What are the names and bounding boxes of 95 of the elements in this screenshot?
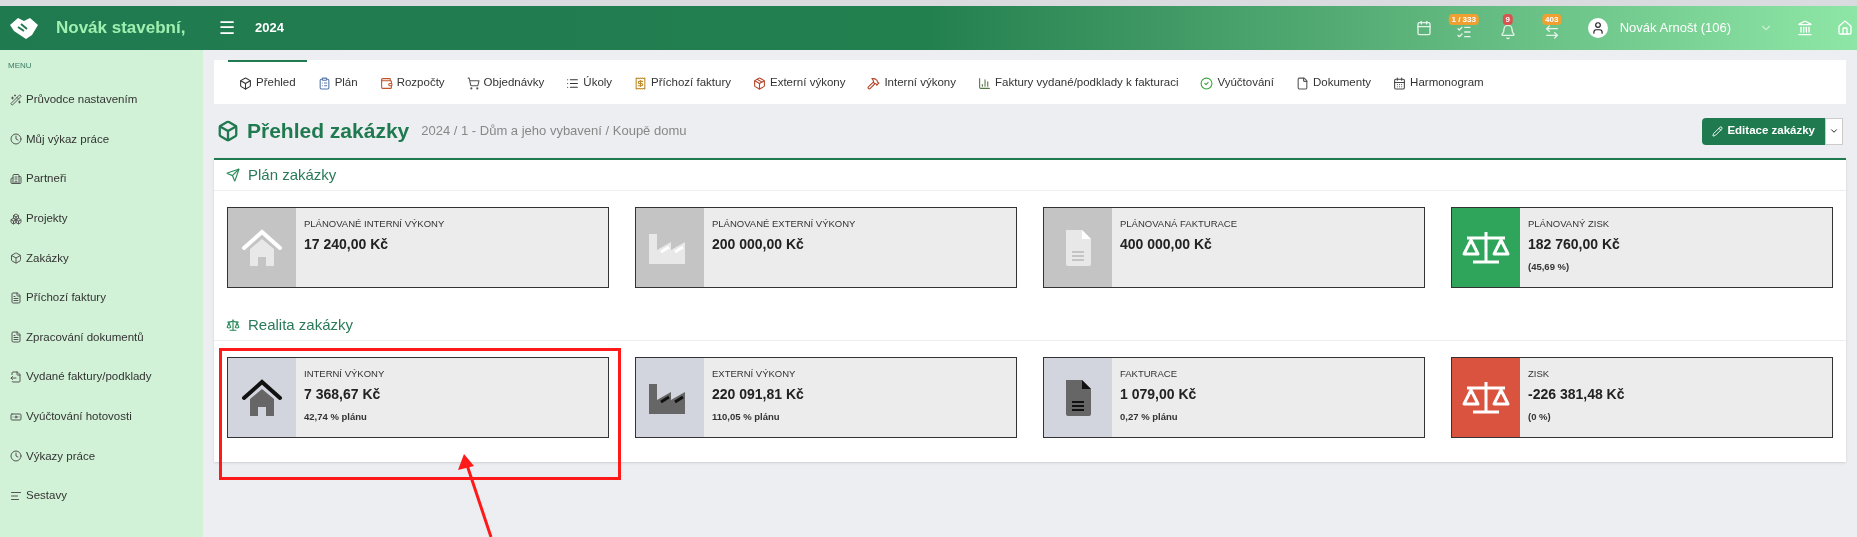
- clock-icon: [10, 450, 22, 463]
- tab[interactable]: Dokumenty: [1284, 60, 1383, 104]
- card-note: 42,74 % plánu: [304, 410, 368, 425]
- brand-name: Novák stavební,: [56, 17, 186, 40]
- page-title: Přehled zakázky: [247, 118, 410, 145]
- card-value: 182 760,00 Kč: [1528, 235, 1620, 255]
- tab[interactable]: Objednávky: [455, 60, 556, 104]
- document-icon: [1063, 227, 1093, 268]
- tab[interactable]: Vyúčtování: [1189, 60, 1285, 104]
- sidebar-item[interactable]: Projekty: [0, 198, 203, 239]
- sidebar-item[interactable]: Můj výkaz práce: [0, 119, 203, 160]
- receipt-icon: [634, 76, 648, 90]
- document-icon: [10, 291, 22, 304]
- wallet-icon: [379, 76, 393, 90]
- sidebar-item[interactable]: Vydané faktury/podklady: [0, 357, 203, 397]
- count-badge: 9: [1502, 14, 1513, 25]
- card-note: 0,27 % plánu: [1120, 410, 1179, 425]
- caret-icon: [1829, 126, 1839, 136]
- handshake-logo: [8, 15, 40, 41]
- sidebar-item[interactable]: Partneři: [0, 159, 203, 199]
- sidebar-item[interactable]: Průvodce nastavením: [0, 80, 203, 120]
- tasks-icon[interactable]: [1455, 24, 1472, 40]
- tab[interactable]: Harmonogram: [1382, 60, 1495, 104]
- list-icon: [10, 489, 22, 502]
- card-value: 200 000,00 Kč: [712, 235, 805, 255]
- pencil-icon: [1712, 125, 1724, 137]
- clock-icon: [10, 133, 22, 146]
- count-badge: 403: [1542, 14, 1562, 25]
- card-note: (0 %): [1528, 410, 1552, 425]
- wand-icon: [10, 93, 22, 106]
- card-note: (45,69 %): [1528, 260, 1571, 275]
- card-value: 220 091,81 Kč: [712, 385, 804, 405]
- chart-icon: [978, 76, 991, 90]
- card-label: INTERNÍ VÝKONY: [304, 367, 385, 381]
- sidebar-item[interactable]: Zpracování dokumentů: [0, 317, 203, 358]
- clipboard-icon: [317, 76, 331, 90]
- card-label: PLÁNOVANÁ FAKTURACE: [1120, 217, 1238, 231]
- sidebar-item[interactable]: Příchozí faktury: [0, 277, 203, 318]
- card-label: EXTERNÍ VÝKONY: [712, 367, 797, 381]
- tab[interactable]: Externí výkony: [742, 60, 857, 104]
- cubes-icon: [10, 212, 22, 225]
- sidebar-item[interactable]: Zakázky: [0, 238, 203, 278]
- calendar-icon: [1393, 76, 1407, 90]
- scale-icon: [226, 318, 240, 332]
- year-label: 2024: [255, 19, 284, 38]
- sidebar-item[interactable]: Sestavy: [0, 475, 203, 516]
- bank-icon[interactable]: [1797, 20, 1813, 36]
- home-icon[interactable]: [1837, 20, 1853, 36]
- export-icon: [10, 370, 22, 383]
- card-note: 110,05 % plánu: [712, 410, 781, 425]
- card-label: ZISK: [1528, 367, 1551, 381]
- card-value: -226 381,48 Kč: [1528, 385, 1625, 405]
- tab[interactable]: Příchozí faktury: [623, 60, 742, 104]
- bell-icon[interactable]: [1499, 24, 1516, 40]
- document-icon: [1063, 377, 1093, 418]
- house-icon: [240, 377, 284, 418]
- user-avatar: [1587, 18, 1608, 38]
- file-icon: [1295, 76, 1309, 90]
- cube-icon: [10, 252, 22, 265]
- tab[interactable]: Úkoly: [555, 60, 624, 104]
- house-icon: [240, 227, 284, 268]
- building-icon: [10, 173, 22, 185]
- hammer-icon: [867, 76, 881, 90]
- list-icon: [566, 76, 580, 90]
- card-value: 400 000,00 Kč: [1120, 235, 1213, 255]
- sidebar-item[interactable]: Výkazy práce: [0, 436, 203, 476]
- cart-icon: [466, 76, 480, 90]
- card-label: PLÁNOVANÝ ZISK: [1528, 217, 1611, 231]
- cube-icon: [239, 76, 252, 90]
- package-icon: [753, 76, 766, 90]
- card-value: 17 240,00 Kč: [304, 235, 390, 255]
- cube-icon: [217, 120, 239, 142]
- tab[interactable]: Plán: [306, 60, 369, 104]
- card-value: 7 368,67 Kč: [304, 385, 382, 405]
- tab[interactable]: Rozpočty: [368, 60, 456, 104]
- menu-toggle[interactable]: ☰: [219, 19, 235, 37]
- section-title: Plán zakázky: [248, 164, 337, 185]
- sidebar-item[interactable]: Vyúčtování hotovosti: [0, 396, 203, 437]
- card-label: FAKTURACE: [1120, 367, 1178, 381]
- check-icon: [1200, 76, 1214, 90]
- dropdown-button[interactable]: [1825, 117, 1843, 145]
- card-value: 1 079,00 Kč: [1120, 385, 1197, 405]
- sidebar-heading: MENU: [7, 60, 33, 72]
- breadcrumb: 2024 / 1 - Dům a jeho vybavení / Koupě domu: [421, 122, 687, 141]
- tab[interactable]: Interní výkony: [856, 60, 967, 104]
- document-icon: [10, 331, 22, 344]
- card-label: PLÁNOVANÉ EXTERNÍ VÝKONY: [712, 217, 856, 231]
- section-title: Realita zakázky: [248, 314, 354, 335]
- tab[interactable]: Faktury vydané/podklady k fakturaci: [967, 60, 1190, 104]
- banknote-icon: [10, 410, 22, 423]
- send-icon: [226, 168, 240, 182]
- edit-button[interactable]: Editace zakázky: [1702, 117, 1825, 145]
- calendar-icon[interactable]: [1415, 20, 1432, 36]
- card-label: PLÁNOVANÉ INTERNÍ VÝKONY: [304, 217, 445, 231]
- count-badge: 1 / 333: [1448, 14, 1479, 25]
